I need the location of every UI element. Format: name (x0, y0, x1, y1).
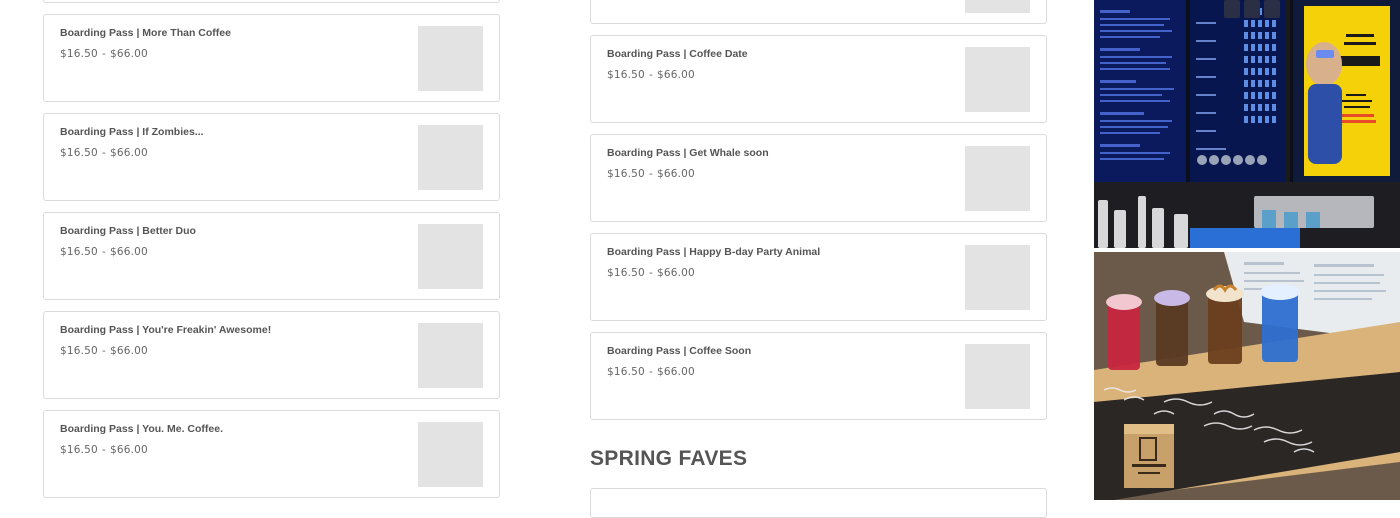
product-card[interactable]: Boarding Pass | Coffee Soon $16.50- $66.0… (590, 332, 1047, 420)
product-title[interactable]: Boarding Pass | Coffee Date (607, 48, 748, 60)
product-title[interactable]: Boarding Pass | More Than Coffee (60, 27, 231, 39)
product-price: $16.50- $66.00 (60, 48, 148, 60)
product-title[interactable]: Boarding Pass | Happy B-day Party Animal (607, 246, 820, 258)
product-price: $16.50- $66.00 (607, 267, 695, 279)
product-title[interactable]: Boarding Pass | Coffee Soon (607, 345, 751, 357)
product-card[interactable]: Boarding Pass | If Zombies... $16.50- $66… (43, 113, 500, 201)
product-thumbnail[interactable] (965, 344, 1030, 409)
photo-menu-board (1094, 0, 1400, 248)
product-card[interactable] (43, 0, 500, 3)
product-price: $16.50- $66.00 (60, 147, 148, 159)
product-card[interactable]: Boarding Pass | Coffee Date $16.50- $66.0… (590, 35, 1047, 123)
product-card[interactable]: Boarding Pass | Get Whale soon $16.50- $6… (590, 134, 1047, 222)
section-heading: SPRING FAVES (590, 447, 748, 470)
photo-drink-flight (1094, 252, 1400, 500)
product-thumbnail[interactable] (418, 125, 483, 190)
product-title[interactable]: Boarding Pass | Get Whale soon (607, 147, 769, 159)
product-thumbnail[interactable] (418, 422, 483, 487)
product-card[interactable]: Boarding Pass | Better Duo $16.50- $66.00 (43, 212, 500, 300)
product-price: $16.50- $66.00 (60, 345, 148, 357)
product-title[interactable]: Boarding Pass | You're Freakin' Awesome! (60, 324, 271, 336)
product-title[interactable]: Boarding Pass | If Zombies... (60, 126, 204, 138)
product-card[interactable] (590, 0, 1047, 24)
product-thumbnail[interactable] (418, 26, 483, 91)
product-card[interactable]: Boarding Pass | Happy B-day Party Animal… (590, 233, 1047, 321)
product-price: $16.50- $66.00 (60, 246, 148, 258)
product-price: $16.50- $66.00 (60, 444, 148, 456)
product-title[interactable]: Boarding Pass | Better Duo (60, 225, 196, 237)
product-card[interactable]: Boarding Pass | You. Me. Coffee. $16.50-… (43, 410, 500, 498)
product-thumbnail[interactable] (965, 0, 1030, 13)
product-thumbnail[interactable] (965, 146, 1030, 211)
product-price: $16.50- $66.00 (607, 366, 695, 378)
product-thumbnail[interactable] (965, 245, 1030, 310)
product-thumbnail[interactable] (418, 224, 483, 289)
product-thumbnail[interactable] (418, 323, 483, 388)
product-price: $16.50- $66.00 (607, 168, 695, 180)
product-card[interactable]: Boarding Pass | More Than Coffee $16.50-… (43, 14, 500, 102)
product-card[interactable] (590, 488, 1047, 518)
product-price: $16.50- $66.00 (607, 69, 695, 81)
product-thumbnail[interactable] (965, 47, 1030, 112)
product-card[interactable]: Boarding Pass | You're Freakin' Awesome!… (43, 311, 500, 399)
product-title[interactable]: Boarding Pass | You. Me. Coffee. (60, 423, 223, 435)
